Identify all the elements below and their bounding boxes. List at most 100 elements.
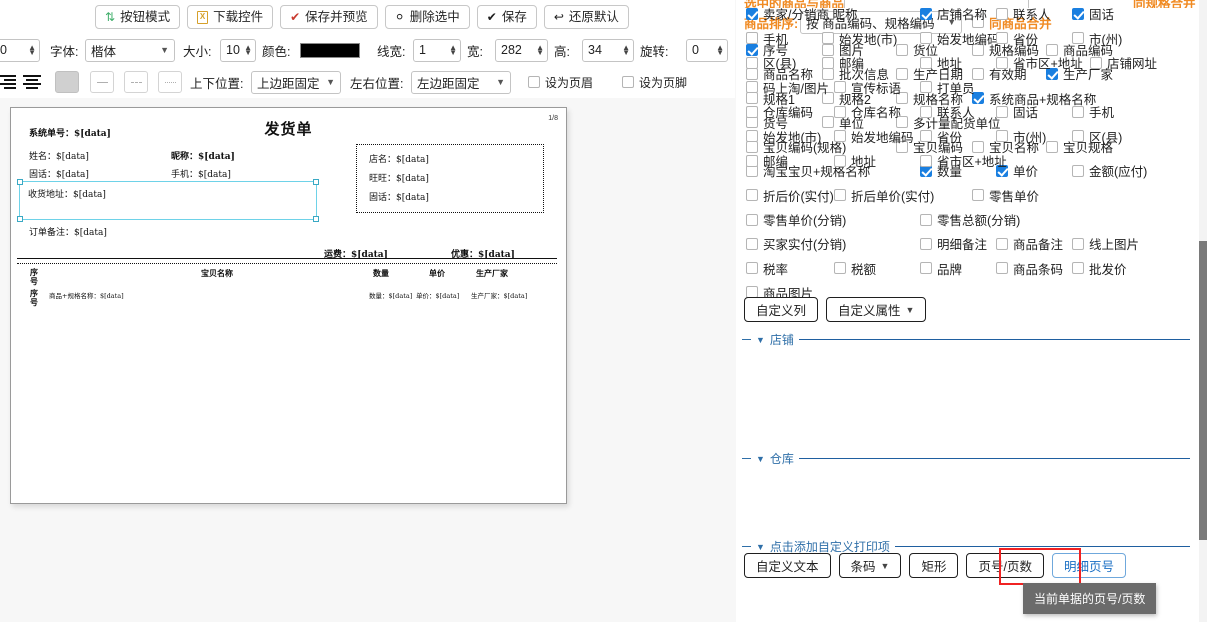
shop-checkbox[interactable]: 地址 — [920, 53, 962, 72]
shop-checkbox[interactable]: 区(县) — [746, 53, 796, 72]
goods-checkbox[interactable]: 买家实付(分销) — [746, 234, 846, 253]
shop-checkbox[interactable]: 邮编 — [822, 53, 864, 72]
download-control-button[interactable]: X 下载控件 — [187, 5, 274, 29]
table-cell-price[interactable]: 单价：$[data] — [416, 290, 459, 300]
table-cell-name[interactable]: 商品+规格名称：$[data] — [49, 290, 124, 300]
warehouse-checkbox[interactable]: 始发地编码 — [834, 127, 914, 146]
shop-checkbox[interactable]: 卖家/分销商 昵称 — [746, 4, 857, 23]
shop-info-box[interactable]: 店名：$[data] 旺旺：$[data] 固话：$[data] — [356, 144, 544, 213]
goods-checkbox[interactable]: 批发价 — [1072, 259, 1127, 278]
goods-checkbox[interactable]: 品牌 — [920, 259, 962, 278]
horizontal-position-select[interactable]: 左边距固定 ▼ — [411, 70, 511, 94]
custom-print-item-button[interactable]: 明细页号 — [1051, 553, 1126, 578]
warehouse-checkbox[interactable]: 省市区+地址 — [920, 151, 1007, 170]
align-center-icon[interactable] — [22, 72, 42, 92]
warehouse-checkbox[interactable]: 固话 — [996, 102, 1038, 121]
shop-checkbox[interactable]: 店铺名称 — [920, 4, 987, 23]
spinner-arrows-icon[interactable]: ▲ ▼ — [28, 44, 36, 57]
set-as-header-checkbox[interactable]: 设为页眉 — [528, 74, 593, 91]
shop-checkbox[interactable]: 手机 — [746, 29, 788, 48]
goods-checkbox[interactable]: 零售单价 — [972, 186, 1039, 205]
shop-checkbox[interactable]: 店铺网址 — [1090, 53, 1157, 72]
chevron-down-icon[interactable]: ▼ — [756, 454, 765, 464]
goods-checkbox[interactable]: 线上图片 — [1072, 234, 1139, 253]
spinner-arrows-icon[interactable]: ▲ ▼ — [716, 44, 724, 57]
font-select[interactable]: 楷体 ▼ — [85, 38, 175, 62]
warehouse-checkbox[interactable]: 仓库名称 — [834, 102, 901, 121]
shop-checkbox[interactable]: 打单员 — [920, 78, 975, 97]
linewidth-spinner[interactable]: 1 ▲ ▼ — [413, 38, 461, 62]
field-mobile[interactable]: 手机：$[data] — [171, 167, 231, 180]
warehouse-checkbox[interactable]: 市(州) — [996, 127, 1046, 146]
field-landline[interactable]: 固话：$[data] — [29, 167, 89, 180]
goods-checkbox[interactable]: 商品备注 — [996, 234, 1063, 253]
warehouse-checkbox[interactable]: 区(县) — [1072, 127, 1122, 146]
rotate-spinner[interactable]: 0 ▲ ▼ — [686, 38, 728, 62]
shop-checkbox[interactable]: 省市区+地址 — [996, 53, 1083, 72]
delete-selected-button[interactable]: ⚪ 删除选中 — [384, 5, 470, 29]
save-button[interactable]: ✔ 保存 — [476, 5, 537, 29]
goods-checkbox[interactable]: 商品条码 — [996, 259, 1063, 278]
spinner-arrows-icon[interactable]: ▲ ▼ — [449, 44, 457, 57]
resize-handle-top-left[interactable] — [17, 179, 23, 185]
warehouse-checkbox[interactable]: 地址 — [834, 151, 876, 170]
border-none-button[interactable] — [55, 71, 79, 93]
field-system-order-no[interactable]: 系统单号：$[data] — [29, 126, 111, 139]
custom-print-item-button[interactable]: 页号/页数 — [966, 553, 1044, 578]
goods-checkbox[interactable]: 税额 — [834, 259, 876, 278]
shop-checkbox[interactable]: 码上淘/图片 — [746, 78, 829, 97]
border-solid-button[interactable] — [90, 71, 114, 93]
goods-action-button[interactable]: 自定义属性 ▼ — [826, 297, 927, 322]
warehouse-checkbox[interactable]: 邮编 — [746, 151, 788, 170]
print-template-canvas[interactable]: 发货单 1/8 系统单号：$[data] 姓名：$[data] 昵称：$[dat… — [10, 107, 567, 504]
warehouse-checkbox[interactable]: 始发地(市) — [746, 127, 821, 146]
restore-default-button[interactable]: ↩ 还原默认 — [543, 5, 629, 29]
goods-action-button[interactable]: 自定义列 — [744, 297, 819, 322]
table-cell-index[interactable]: 序号 — [30, 289, 40, 307]
panel-scrollbar[interactable] — [1199, 0, 1207, 622]
spinner-arrows-icon[interactable]: ▲ ▼ — [622, 44, 630, 57]
size-spinner[interactable]: 10 ▲ ▼ — [220, 38, 256, 62]
warehouse-checkbox[interactable]: 省份 — [920, 127, 962, 146]
field-nickname[interactable]: 昵称：$[data] — [171, 149, 235, 162]
vertical-position-select[interactable]: 上边距固定 ▼ — [251, 70, 341, 94]
shop-checkbox[interactable]: 始发地(市) — [822, 29, 897, 48]
warehouse-checkbox[interactable]: 仓库编码 — [746, 102, 813, 121]
height-spinner[interactable]: 34 ▲ ▼ — [582, 38, 634, 62]
shop-checkbox[interactable]: 宣传标语 — [834, 78, 901, 97]
field-order-remark[interactable]: 订单备注：$[data] — [29, 225, 107, 238]
border-dotted-button[interactable] — [158, 71, 182, 93]
shop-group-header[interactable]: ▼ 店铺 — [742, 331, 1190, 348]
panel-scrollbar-thumb[interactable] — [1199, 241, 1207, 540]
goods-checkbox[interactable]: 税率 — [746, 259, 788, 278]
shop-checkbox[interactable]: 省份 — [996, 29, 1038, 48]
shop-checkbox[interactable]: 联系人 — [996, 4, 1051, 23]
table-cell-qty[interactable]: 数量：$[data] — [369, 290, 412, 300]
set-as-footer-checkbox[interactable]: 设为页脚 — [622, 74, 687, 91]
field-name[interactable]: 姓名：$[data] — [29, 149, 89, 162]
resize-handle-top-right[interactable] — [313, 179, 319, 185]
selected-element-shipping-address[interactable]: 收货地址：$[data] — [17, 179, 319, 222]
custom-print-item-button[interactable]: 矩形 — [909, 553, 959, 578]
goods-checkbox[interactable]: 折后价(实付) — [746, 186, 834, 205]
save-and-preview-button[interactable]: ✔ 保存并预览 — [280, 5, 378, 29]
table-cell-maker[interactable]: 生产厂家：$[data] — [471, 290, 527, 300]
goods-checkbox[interactable]: 折后单价(实付) — [834, 186, 934, 205]
goods-checkbox[interactable]: 零售单价(分销) — [746, 210, 846, 229]
warehouse-group-header[interactable]: ▼ 仓库 — [742, 450, 1190, 467]
goods-checkbox[interactable]: 零售总额(分销) — [920, 210, 1020, 229]
spinner-arrows-icon[interactable]: ▲ ▼ — [536, 44, 544, 57]
warehouse-checkbox[interactable]: 联系人 — [920, 102, 975, 121]
leading-spinner[interactable]: 0 ▲ ▼ — [0, 38, 40, 62]
spinner-arrows-icon[interactable]: ▲ ▼ — [244, 44, 252, 57]
resize-handle-bottom-left[interactable] — [17, 216, 23, 222]
width-spinner[interactable]: 282 ▲ ▼ — [495, 38, 548, 62]
shop-checkbox[interactable]: 市(州) — [1072, 29, 1122, 48]
chevron-down-icon[interactable]: ▼ — [756, 335, 765, 345]
button-mode-button[interactable]: ⇅ 按钮模式 — [95, 5, 181, 29]
warehouse-checkbox[interactable]: 手机 — [1072, 102, 1114, 121]
color-swatch[interactable] — [300, 42, 360, 58]
custom-print-item-button[interactable]: 自定义文本 — [744, 553, 831, 578]
resize-handle-bottom-right[interactable] — [313, 216, 319, 222]
border-dashed-button[interactable] — [124, 71, 148, 93]
